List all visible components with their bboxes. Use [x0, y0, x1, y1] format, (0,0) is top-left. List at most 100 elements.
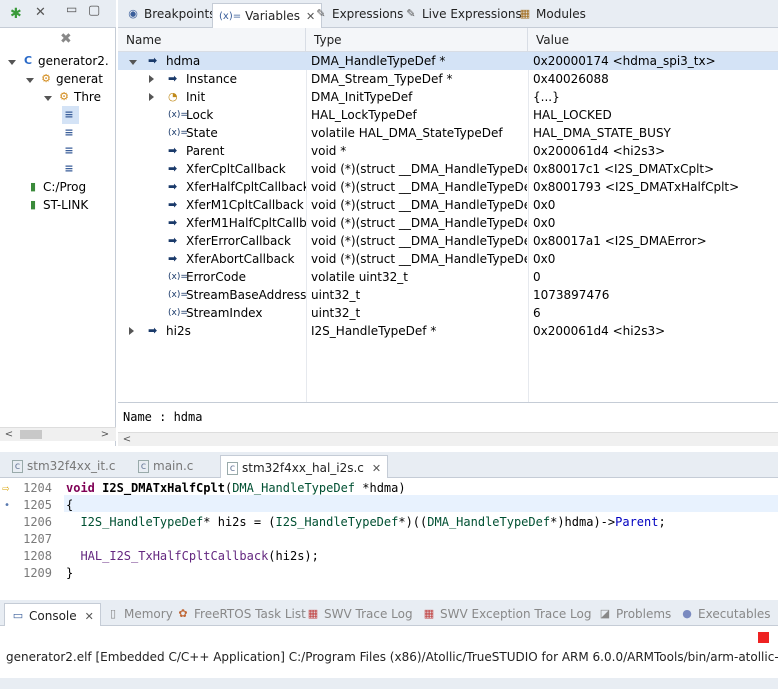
- expand-icon[interactable]: [149, 88, 159, 106]
- terminate-icon[interactable]: [758, 632, 769, 643]
- debug-bug-icon[interactable]: ✱: [10, 6, 22, 22]
- variable-value[interactable]: 0x0: [533, 250, 777, 268]
- table-row[interactable]: ➡ XferM1HalfCpltCallbac void (*)(struct __…: [118, 214, 778, 232]
- tree-item-label: ST-LINK: [43, 198, 89, 212]
- tree-item[interactable]: ▮ C:/Prog: [26, 178, 86, 196]
- editor-tab[interactable]: c stm32f4xx_it.c: [6, 455, 121, 477]
- tab-modules[interactable]: ▦ Modules: [512, 3, 592, 25]
- expand-down-icon[interactable]: [26, 72, 36, 86]
- variable-value[interactable]: HAL_LOCKED: [533, 106, 777, 124]
- code-editor[interactable]: ⇨ 1204 void I2S_DMATxHalfCplt(DMA_HandleTy…: [0, 478, 778, 594]
- variable-type: DMA_HandleTypeDef *: [311, 54, 446, 68]
- variable-value[interactable]: 0x40026088: [533, 70, 777, 88]
- table-row[interactable]: (x)= State volatile HAL_DMA_StateTypeDef HA…: [118, 124, 778, 142]
- pointer-icon: ➡: [168, 144, 178, 157]
- scroll-left-icon[interactable]: <: [2, 428, 16, 442]
- close-icon[interactable]: ✕: [85, 610, 94, 623]
- tab-swv-trace-log[interactable]: ▦ SWV Trace Log: [300, 603, 419, 625]
- variable-value[interactable]: 0x200061d4 <hi2s3>: [533, 322, 777, 340]
- variable-value[interactable]: HAL_DMA_STATE_BUSY: [533, 124, 777, 142]
- scroll-right-icon[interactable]: >: [98, 428, 112, 442]
- variable-value[interactable]: 1073897476: [533, 286, 777, 304]
- tab-freertos-task-list[interactable]: ✿ FreeRTOS Task List: [170, 603, 312, 625]
- column-value[interactable]: Value: [528, 28, 778, 51]
- tree-item[interactable]: ≡: [62, 160, 79, 178]
- table-row[interactable]: ➡ XferCpltCallback void (*)(struct __DMA_H…: [118, 160, 778, 178]
- tree-item-label: Thre: [74, 90, 101, 104]
- tab-executables[interactable]: ● Executables: [674, 603, 777, 625]
- variable-value[interactable]: 0x0: [533, 214, 777, 232]
- breakpoint-dot-icon: •: [4, 500, 11, 511]
- variable-value[interactable]: 6: [533, 304, 777, 322]
- variable-value[interactable]: {...}: [533, 88, 777, 106]
- table-row[interactable]: ➡ XferHalfCpltCallback void (*)(struct __D…: [118, 178, 778, 196]
- close-icon[interactable]: ✕: [35, 5, 46, 20]
- tree-hscrollbar[interactable]: < >: [0, 427, 116, 441]
- code-text: void I2S_DMATxHalfCplt(DMA_HandleTypeDef…: [66, 481, 406, 495]
- variable-value[interactable]: 0x0: [533, 196, 777, 214]
- variable-name: State: [186, 126, 218, 140]
- tree-item[interactable]: ⚙ Thre: [44, 88, 101, 106]
- editor-tab[interactable]: c main.c: [132, 455, 199, 477]
- table-row[interactable]: ➡ XferAbortCallback void (*)(struct __DMA_…: [118, 250, 778, 268]
- maximize-icon[interactable]: ▢: [88, 3, 100, 18]
- variable-value[interactable]: 0: [533, 268, 777, 286]
- tree-item[interactable]: ≡: [62, 124, 79, 142]
- table-row[interactable]: ➡ XferErrorCallback void (*)(struct __DMA_…: [118, 232, 778, 250]
- table-row[interactable]: (x)= StreamIndex uint32_t 6: [118, 304, 778, 322]
- tree-item[interactable]: ≡: [62, 106, 79, 124]
- tree-item[interactable]: ≡: [62, 142, 79, 160]
- variables-hscrollbar[interactable]: <: [118, 432, 778, 446]
- table-row[interactable]: ➡ hdma DMA_HandleTypeDef * 0x20000174 <hdma…: [118, 52, 778, 70]
- debug-toolbar: ✱ ✕ ▭ ▢: [0, 0, 116, 28]
- expand-icon[interactable]: [129, 322, 139, 340]
- tab-live-expressions[interactable]: ✎ Live Expressions: [398, 3, 528, 25]
- variable-name: XferM1HalfCpltCallbac: [186, 216, 306, 230]
- tree-item[interactable]: ⚙ generat: [26, 70, 103, 88]
- table-row[interactable]: ➡ Instance DMA_Stream_TypeDef * 0x40026088: [118, 70, 778, 88]
- variable-value[interactable]: 0x200061d4 <hi2s3>: [533, 142, 777, 160]
- tab-swv-exception-trace-log[interactable]: ▦ SWV Exception Trace Log: [416, 603, 597, 625]
- table-row[interactable]: ➡ Parent void * 0x200061d4 <hi2s3>: [118, 142, 778, 160]
- variables-view: Name Type Value ➡ hdma DMA_HandleTypeDef *…: [118, 28, 778, 446]
- console-output: generator2.elf [Embedded C/C++ Applicati…: [6, 650, 778, 664]
- editor-tab[interactable]: c stm32f4xx_hal_i2s.c ✕: [220, 455, 389, 480]
- column-name[interactable]: Name: [118, 28, 306, 51]
- variable-value[interactable]: 0x20000174 <hdma_spi3_tx>: [533, 52, 777, 70]
- variable-value[interactable]: 0x8001793 <I2S_DMATxHalfCplt>: [533, 178, 777, 196]
- variable-value[interactable]: 0x80017a1 <I2S_DMAError>: [533, 232, 777, 250]
- tab-problems[interactable]: ◪ Problems: [592, 603, 677, 625]
- variable-value[interactable]: 0x80017c1 <I2S_DMATxCplt>: [533, 160, 777, 178]
- collapse-icon[interactable]: [129, 52, 139, 70]
- expand-icon[interactable]: [149, 70, 159, 88]
- expand-down-icon[interactable]: [44, 90, 54, 104]
- table-row[interactable]: (x)= ErrorCode volatile uint32_t 0: [118, 268, 778, 286]
- minimize-icon[interactable]: ▭: [66, 2, 77, 16]
- tab-memory[interactable]: ▯ Memory: [100, 603, 179, 625]
- tree-item[interactable]: ▮ ST-LINK: [26, 196, 88, 214]
- column-type[interactable]: Type: [306, 28, 528, 51]
- tab-console[interactable]: ▭ Console ✕: [4, 603, 101, 628]
- variable-icon: (x)=: [168, 290, 188, 300]
- variable-type: void *: [311, 144, 347, 158]
- close-icon[interactable]: ✕: [372, 462, 381, 475]
- detail-pane[interactable]: Name : hdma: [118, 402, 778, 432]
- expand-down-icon[interactable]: [8, 54, 18, 68]
- table-row[interactable]: (x)= Lock HAL_LockTypeDef HAL_LOCKED: [118, 106, 778, 124]
- table-row[interactable]: ➡ XferM1CpltCallback void (*)(struct __DMA…: [118, 196, 778, 214]
- remove-terminated-icon[interactable]: ✖: [60, 31, 72, 47]
- pointer-icon: ➡: [168, 72, 178, 85]
- pointer-icon: ➡: [168, 234, 178, 247]
- variable-type: void (*)(struct __DMA_HandleTypeDef *): [311, 216, 527, 230]
- tab-expressions[interactable]: ✎ Expressions: [308, 3, 409, 25]
- variable-icon: (x)=: [168, 110, 188, 120]
- tab-breakpoints[interactable]: ◉ Breakpoints: [120, 3, 221, 25]
- tree-item[interactable]: Cgenerator2.: [8, 52, 109, 70]
- table-row[interactable]: ◔ Init DMA_InitTypeDef {...}: [118, 88, 778, 106]
- table-row[interactable]: (x)= StreamBaseAddress uint32_t 1073897476: [118, 286, 778, 304]
- scroll-left-icon[interactable]: <: [120, 433, 134, 447]
- stack-frame-icon: ≡: [64, 162, 74, 175]
- scroll-thumb[interactable]: [20, 430, 42, 439]
- table-row[interactable]: ➡ hi2s I2S_HandleTypeDef * 0x200061d4 <hi2s…: [118, 322, 778, 340]
- tab-variables[interactable]: (x)= Variables ✕: [212, 3, 323, 28]
